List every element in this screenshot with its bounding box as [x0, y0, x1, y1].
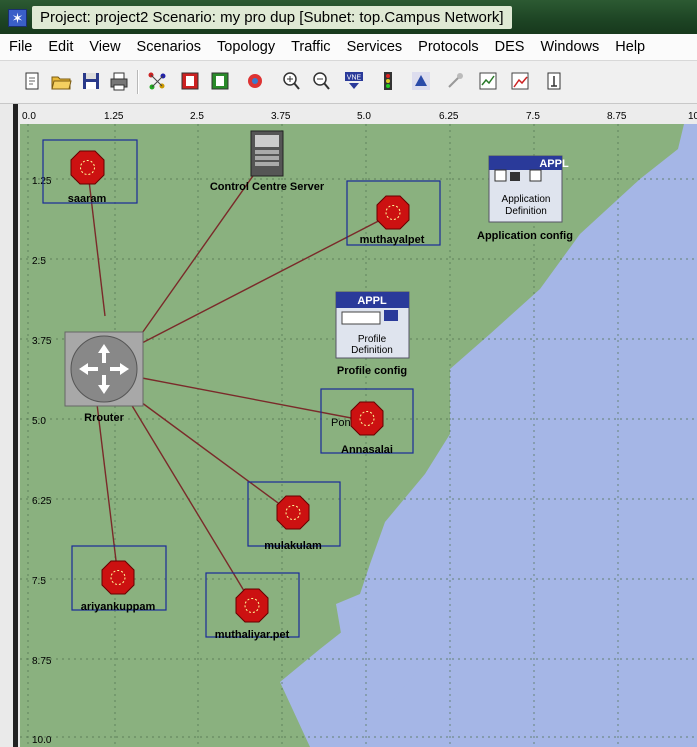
menu-view[interactable]: View	[80, 39, 127, 55]
menu-topology[interactable]: Topology	[208, 39, 282, 55]
view-results-icon[interactable]	[477, 70, 499, 92]
profile-definition-text: Profile	[358, 334, 387, 345]
menu-help[interactable]: Help	[606, 39, 652, 55]
profile-definition-text2: Definition	[351, 345, 393, 356]
menu-des[interactable]: DES	[486, 39, 532, 55]
menu-edit[interactable]: Edit	[39, 39, 80, 55]
menu-windows[interactable]: Windows	[531, 39, 606, 55]
traffic-light-icon[interactable]	[377, 70, 399, 92]
node-label: muthayalpet	[360, 234, 425, 246]
open-folder-icon[interactable]	[50, 70, 72, 92]
zoom-in-icon[interactable]	[280, 70, 302, 92]
ruler-y-tick: 1.25	[32, 176, 52, 187]
zoom-out-icon[interactable]	[310, 70, 332, 92]
node-label: ariyankuppam	[81, 601, 156, 613]
router-icon	[70, 150, 105, 185]
menu-traffic[interactable]: Traffic	[282, 39, 337, 55]
ruler-x-tick: 1.25	[104, 111, 124, 122]
ruler-y-tick: 6.25	[32, 496, 52, 507]
appl-badge: APPL	[357, 295, 387, 307]
node-profile-config[interactable]: APPL Profile Definition Profile config	[335, 291, 410, 377]
configure-icon[interactable]	[209, 70, 231, 92]
node-label: mulakulam	[264, 540, 322, 552]
ruler-y-tick: 8.75	[32, 656, 52, 667]
title-bar: ✶ Project: project2 Scenario: my pro dup…	[0, 0, 697, 34]
node-label: Control Centre Server	[210, 181, 325, 193]
ruler-x-tick: 8.75	[607, 111, 627, 122]
router-icon	[350, 401, 384, 436]
deploy-icon[interactable]	[179, 70, 201, 92]
menu-services[interactable]: Services	[338, 39, 410, 55]
router-icon	[235, 588, 269, 623]
app-definition-text: Application	[502, 194, 551, 205]
fail-recover-icon[interactable]	[244, 70, 266, 92]
ruler-y-tick: 5.0	[32, 416, 46, 427]
router-icon	[376, 195, 410, 230]
ruler-x-tick: 10	[688, 111, 697, 122]
node-label: muthaliyar.pet	[215, 629, 290, 641]
edit-graph-icon[interactable]	[509, 70, 531, 92]
window-title: Project: project2 Scenario: my pro dup […	[32, 6, 512, 29]
network-map[interactable]: 0.0 1.25 2.5 3.75 5.0 6.25 7.5 8.75 10 1…	[20, 104, 697, 747]
left-frame	[0, 104, 20, 747]
ruler-y-tick: 2.5	[32, 256, 46, 267]
ruler-x-tick: 3.75	[271, 111, 291, 122]
menu-file[interactable]: File	[0, 39, 39, 55]
node-label: saaram	[68, 193, 107, 205]
appl-badge: APPL	[539, 158, 569, 170]
menu-protocols[interactable]: Protocols	[409, 39, 485, 55]
app-definition-text2: Definition	[505, 206, 547, 217]
ruler-x-tick: 2.5	[190, 111, 204, 122]
ruler-x-tick: 5.0	[357, 111, 371, 122]
vne-icon-text: VNE	[347, 75, 362, 82]
node-label: Application config	[477, 230, 573, 242]
router-icon	[276, 495, 310, 530]
menu-bar: File Edit View Scenarios Topology Traffi…	[0, 34, 697, 61]
node-label: Annasalai	[341, 444, 393, 456]
ruler-y-tick: 10.0	[32, 735, 52, 746]
toolbar: VNE	[0, 61, 697, 104]
node-label: Rrouter	[84, 412, 124, 424]
rapid-config-icon[interactable]	[146, 70, 168, 92]
app-icon: ✶	[8, 9, 27, 27]
router-icon	[101, 560, 135, 595]
node-label: Profile config	[337, 365, 407, 377]
new-icon[interactable]	[21, 70, 43, 92]
ruler-y-tick: 3.75	[32, 336, 52, 347]
ruler-y-tick: 7.5	[32, 576, 46, 587]
vne-icon[interactable]: VNE	[343, 70, 365, 92]
node-application-config[interactable]: APPL Application Definition Application …	[477, 155, 573, 242]
ruler-x-tick: 0.0	[22, 111, 36, 122]
menu-scenarios[interactable]: Scenarios	[128, 39, 208, 55]
info-icon[interactable]	[543, 70, 565, 92]
save-icon[interactable]	[80, 70, 102, 92]
ruler-x-tick: 6.25	[439, 111, 459, 122]
ruler-x-tick: 7.5	[526, 111, 540, 122]
triangle-icon[interactable]	[410, 70, 432, 92]
cancel-icon[interactable]	[444, 70, 466, 92]
print-icon[interactable]	[108, 70, 130, 92]
